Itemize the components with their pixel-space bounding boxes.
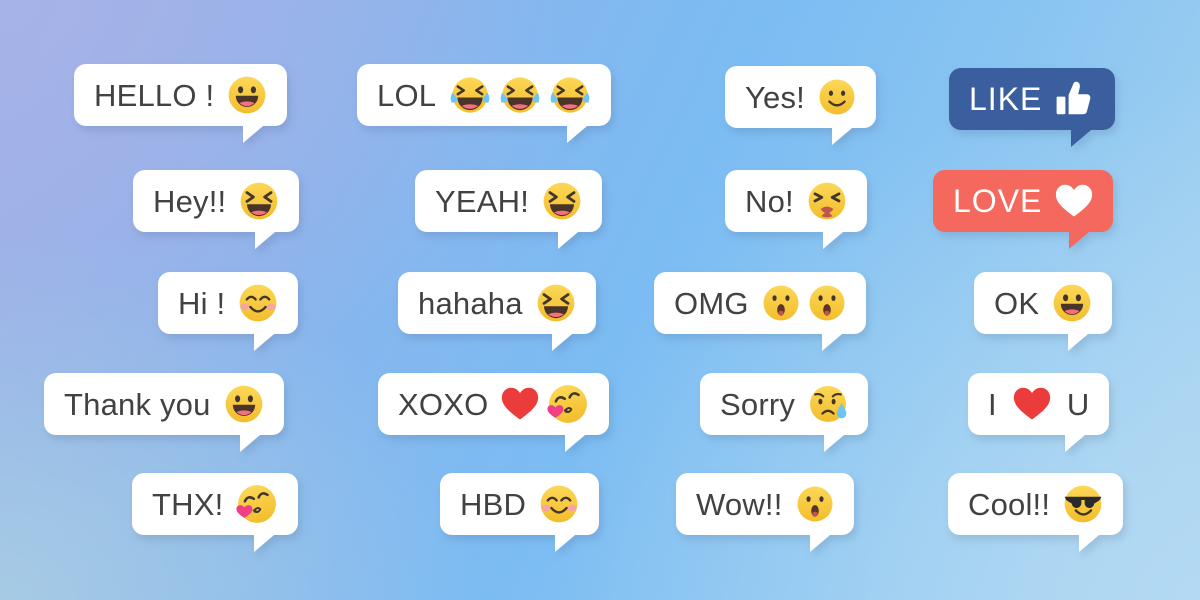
bubble-tail xyxy=(822,227,849,249)
blush-smile-emoji xyxy=(539,484,579,524)
speech-bubble-board: HELLO ! LOL Yes! LIKE Hey!! YEAH! No! LOVE Hi ! h… xyxy=(0,0,1200,600)
speech-bubble-yeah[interactable]: YEAH! xyxy=(415,170,603,249)
bubble-tail xyxy=(567,121,594,143)
bubble-tail xyxy=(824,430,851,452)
speech-bubble-cool[interactable]: Cool!! xyxy=(948,473,1124,552)
bubble-tail xyxy=(821,329,848,351)
speech-bubble-hello[interactable]: HELLO ! xyxy=(74,64,288,143)
bubble-text-yes: Yes! xyxy=(745,79,805,115)
bubble-tail xyxy=(1071,125,1098,147)
slight-smile-emoji xyxy=(818,78,856,116)
bubble-text-yeah: YEAH! xyxy=(435,183,530,219)
tears-of-joy-emoji xyxy=(549,74,591,116)
bubble-text-iloveu-after: U xyxy=(1066,386,1090,422)
astonished-emoji xyxy=(808,284,846,322)
speech-bubble-iloveu[interactable]: IU xyxy=(968,373,1110,452)
kissing-heart-emoji xyxy=(236,483,278,525)
bubble-text-omg: OMG xyxy=(674,285,749,321)
grinning-open-mouth-emoji xyxy=(1052,283,1092,323)
bubble-text-love: LOVE xyxy=(953,183,1043,219)
heart-icon-white xyxy=(1055,184,1093,218)
speech-bubble-thx[interactable]: THX! xyxy=(132,473,299,552)
thumbs-up-icon xyxy=(1055,79,1095,119)
laughing-squint-emoji xyxy=(239,181,279,221)
speech-bubble-yes[interactable]: Yes! xyxy=(725,66,876,145)
crying-tear-emoji xyxy=(808,384,848,424)
bubble-tail xyxy=(558,227,585,249)
bubble-tail xyxy=(551,329,578,351)
bubble-text-hello: HELLO ! xyxy=(94,77,215,113)
bubble-text-ok: OK xyxy=(994,285,1040,321)
speech-bubble-hey[interactable]: Hey!! xyxy=(133,170,300,249)
speech-bubble-thankyou[interactable]: Thank you xyxy=(44,373,284,452)
sunglasses-emoji xyxy=(1063,484,1103,524)
bubble-tail xyxy=(555,530,582,552)
bubble-tail xyxy=(1068,329,1095,351)
bubble-text-lol: LOL xyxy=(377,77,437,113)
bubble-tail xyxy=(565,430,592,452)
tears-of-joy-emoji xyxy=(499,74,541,116)
speech-bubble-love[interactable]: LOVE xyxy=(933,170,1114,249)
laughing-squint-emoji xyxy=(542,181,582,221)
bubble-text-hahaha: hahaha xyxy=(418,285,523,321)
grinning-open-mouth-emoji xyxy=(224,384,264,424)
bubble-tail xyxy=(832,123,858,145)
speech-bubble-sorry[interactable]: Sorry xyxy=(700,373,869,452)
distressed-frown-emoji xyxy=(807,181,847,221)
astonished-emoji xyxy=(762,284,800,322)
kissing-heart-emoji xyxy=(547,383,589,425)
bubble-text-sorry: Sorry xyxy=(720,386,796,422)
bubble-text-hbd: HBD xyxy=(460,486,527,522)
speech-bubble-hi[interactable]: Hi ! xyxy=(158,272,299,351)
bubble-text-hi: Hi ! xyxy=(178,285,226,321)
bubble-tail xyxy=(254,530,281,552)
grinning-open-mouth-emoji xyxy=(227,75,267,115)
speech-bubble-hbd[interactable]: HBD xyxy=(440,473,600,552)
speech-bubble-wow[interactable]: Wow!! xyxy=(676,473,854,552)
bubble-tail xyxy=(243,121,270,143)
bubble-tail xyxy=(1079,530,1106,552)
bubble-text-no: No! xyxy=(745,183,794,219)
bubble-text-wow: Wow!! xyxy=(696,486,783,522)
heart-icon-red xyxy=(1013,387,1051,421)
speech-bubble-like[interactable]: LIKE xyxy=(949,68,1116,147)
bubble-tail xyxy=(1065,430,1092,452)
speech-bubble-hahaha[interactable]: hahaha xyxy=(398,272,596,351)
laughing-squint-emoji xyxy=(536,283,576,323)
bubble-text-iloveu-before: I xyxy=(988,386,997,422)
tears-of-joy-emoji xyxy=(449,74,491,116)
speech-bubble-ok[interactable]: OK xyxy=(974,272,1113,351)
bubble-text-xoxo: XOXO xyxy=(398,386,489,422)
astonished-emoji xyxy=(796,485,834,523)
speech-bubble-no[interactable]: No! xyxy=(725,170,867,249)
bubble-tail xyxy=(255,227,282,249)
bubble-text-hey: Hey!! xyxy=(153,183,227,219)
bubble-text-thankyou: Thank you xyxy=(64,386,211,422)
heart-icon-red xyxy=(501,387,539,421)
bubble-tail xyxy=(1069,227,1096,249)
blush-smile-emoji xyxy=(238,283,278,323)
bubble-tail xyxy=(239,430,266,452)
speech-bubble-xoxo[interactable]: XOXO xyxy=(378,373,610,452)
bubble-text-cool: Cool!! xyxy=(968,486,1051,522)
bubble-text-like: LIKE xyxy=(969,81,1043,117)
speech-bubble-lol[interactable]: LOL xyxy=(357,64,612,143)
bubble-tail xyxy=(809,530,836,552)
speech-bubble-omg[interactable]: OMG xyxy=(654,272,866,351)
bubble-tail xyxy=(254,329,281,351)
bubble-text-thx: THX! xyxy=(152,486,224,522)
